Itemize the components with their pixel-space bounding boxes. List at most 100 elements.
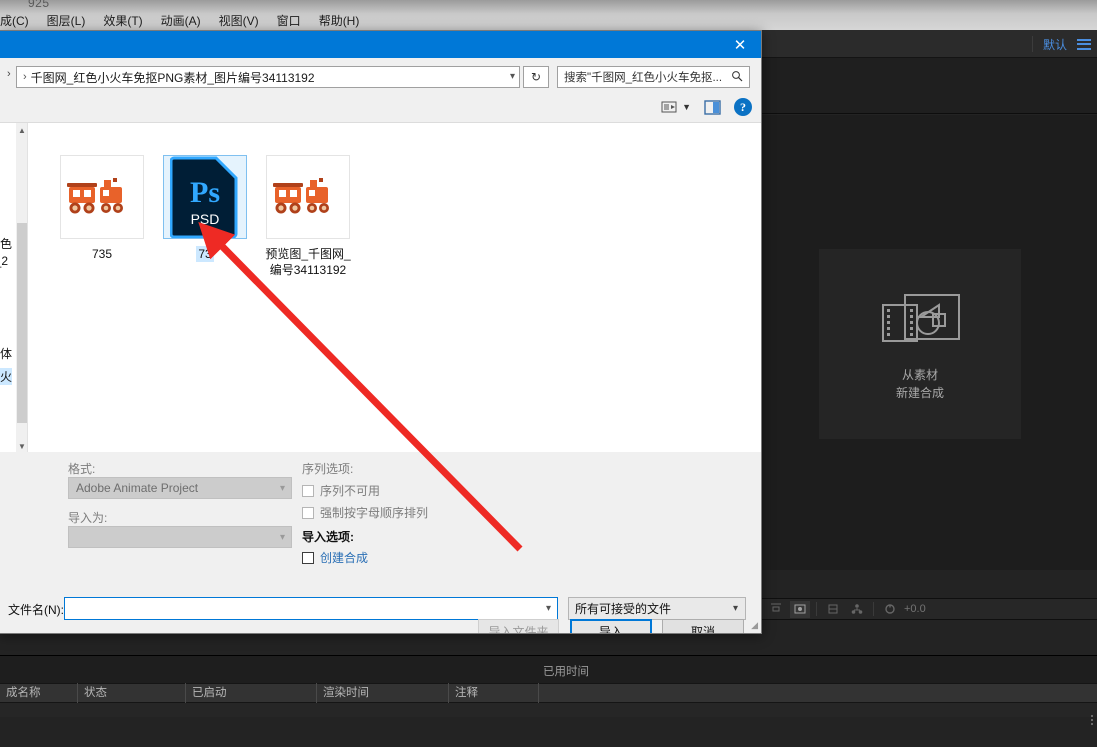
ae-menu-item-view[interactable]: 视图(V) [219, 12, 259, 29]
align-icon[interactable] [766, 601, 786, 618]
cancel-button[interactable]: 取消 [662, 619, 744, 633]
chevron-down-icon: ▾ [279, 482, 285, 494]
import-file-dialog: ✕ › › 千图网_红色小火车免抠PNG素材_图片编号34113192 ▾ ↻ … [0, 30, 762, 634]
format-select: Adobe Animate Project ▾ [68, 477, 292, 499]
checkbox-label: 强制按字母顺序排列 [320, 506, 429, 520]
file-thumbnail: Ps PSD [163, 155, 247, 239]
import-options-label: 导入选项: [302, 530, 354, 544]
nav-item-1[interactable]: 周色 [0, 235, 12, 252]
ae-render-queue-bar: 已用时间 [0, 655, 1097, 683]
render-col-started[interactable]: 已启动 [186, 683, 317, 703]
nav-item-4[interactable]: 忘体 [0, 345, 12, 362]
svg-text:PSD: PSD [191, 211, 220, 227]
dialog-title-bar[interactable]: ✕ [0, 31, 761, 58]
parent-link-icon[interactable] [847, 601, 867, 618]
new-composition-label-line1: 从素材 [901, 367, 938, 382]
chevron-down-icon[interactable]: ▼ [682, 102, 691, 112]
ae-menu-item-layer[interactable]: 图层(L) [47, 12, 86, 29]
nav-scrollbar[interactable]: ▲ ▼ [16, 123, 27, 453]
breadcrumb-overflow-icon[interactable]: › [7, 68, 11, 80]
file-type-filter-select[interactable]: 所有可接受的文件 ▾ [568, 597, 746, 620]
svg-text:Ps: Ps [190, 176, 220, 209]
address-bar[interactable]: › 千图网_红色小火车免抠PNG素材_图片编号34113192 ▾ [16, 66, 520, 88]
checkbox-icon[interactable] [302, 551, 314, 564]
breadcrumb-path: 千图网_红色小火车免抠PNG素材_图片编号34113192 [30, 70, 315, 85]
nav-item-2[interactable]: 5_2 [0, 254, 8, 268]
ae-menu-bar: 925 成(C) 图层(L) 效果(T) 动画(A) 视图(V) 窗口 帮助(H… [0, 0, 1097, 30]
ae-workspace-default[interactable]: 默认 [1043, 36, 1067, 53]
new-composition-label: 从素材 新建合成 [896, 366, 944, 402]
scrollbar-thumb[interactable] [17, 223, 27, 423]
close-icon[interactable]: ✕ [718, 31, 761, 58]
breadcrumb-separator: › [23, 71, 27, 83]
divider [1031, 36, 1033, 52]
hamburger-menu-icon[interactable] [1077, 38, 1091, 50]
filename-input[interactable]: ▾ [64, 597, 558, 620]
render-col-status[interactable]: 状态 [78, 683, 186, 703]
scroll-up-arrow-icon[interactable]: ▲ [16, 123, 27, 137]
snapshot-icon[interactable] [790, 600, 810, 618]
dialog-import-options: 格式: Adobe Animate Project ▾ 导入为: ▾ 序列选项:… [0, 452, 761, 587]
train-image-icon [273, 178, 329, 214]
list-item[interactable]: 预览图_千图网_ 编号34113192 [256, 155, 360, 278]
render-elapsed-label: 已用时间 [543, 666, 589, 678]
nav-item-5[interactable]: 小火 [0, 368, 13, 385]
preview-pane-icon[interactable] [704, 99, 721, 115]
view-options-icon[interactable] [661, 100, 677, 114]
file-thumbnail [60, 155, 144, 239]
scroll-down-arrow-icon[interactable]: ▼ [16, 439, 27, 453]
layer-icon[interactable] [823, 601, 843, 618]
search-icon[interactable] [731, 70, 743, 85]
search-input[interactable]: 搜索"千图网_红色小火车免抠... [558, 69, 723, 85]
import-button[interactable]: 导入 [570, 619, 652, 633]
refresh-icon[interactable]: ↻ [523, 66, 549, 88]
checkbox-create-composition[interactable]: 创建合成 [302, 549, 368, 566]
render-col-comment[interactable]: 注释 [449, 683, 539, 703]
render-queue-body [0, 703, 1097, 747]
dialog-content: or 周色 5_2 宝 忘体 小火 ▲ ▼ [0, 122, 761, 453]
refresh-icon[interactable] [880, 601, 900, 618]
new-composition-from-footage-button[interactable]: 从素材 新建合成 [819, 249, 1021, 439]
train-image-icon [67, 178, 123, 214]
dialog-button-row: 导入文件夹 导入 取消 [0, 619, 761, 633]
screen: 925 成(C) 图层(L) 效果(T) 动画(A) 视图(V) 窗口 帮助(H… [0, 0, 1097, 747]
ae-workspace-bar: 默认 [762, 30, 1097, 58]
list-item-label: 预览图_千图网_ 编号34113192 [265, 247, 351, 277]
render-col-name[interactable]: 成名称 [0, 683, 78, 703]
navigation-pane: or 周色 5_2 宝 忘体 小火 ▲ ▼ [0, 123, 28, 453]
divider [816, 602, 817, 616]
resize-grip-icon[interactable]: ◢ [751, 620, 758, 631]
search-box[interactable]: 搜索"千图网_红色小火车免抠... [557, 66, 750, 88]
ae-app-title: 925 [28, 0, 50, 10]
ae-offset-value[interactable]: +0.0 [904, 603, 926, 615]
import-folder-button: 导入文件夹 [478, 619, 559, 633]
ae-menu-item-window[interactable]: 窗口 [277, 12, 301, 29]
list-item[interactable]: Ps PSD 73 [153, 155, 257, 262]
resize-grip-icon[interactable] [1091, 715, 1093, 725]
checkbox-label[interactable]: 创建合成 [320, 549, 368, 566]
ae-menu-item-effect[interactable]: 效果(T) [103, 12, 142, 29]
dialog-toolbar: 件夹 ▼ ? [0, 94, 761, 122]
ae-menu-item-help[interactable]: 帮助(H) [319, 12, 360, 29]
chevron-down-icon[interactable]: ▾ [733, 603, 738, 614]
ae-menu-items: 成(C) 图层(L) 效果(T) 动画(A) 视图(V) 窗口 帮助(H) [0, 12, 359, 29]
divider [873, 602, 874, 616]
ae-menu-item-composition[interactable]: 成(C) [0, 12, 29, 29]
help-icon[interactable]: ? [734, 98, 752, 116]
dialog-nav-row: › › 千图网_红色小火车免抠PNG素材_图片编号34113192 ▾ ↻ 搜索… [0, 58, 761, 94]
list-item-label: 73 [196, 246, 214, 262]
chevron-down-icon: ▾ [279, 531, 285, 543]
psd-file-icon: Ps PSD [169, 156, 240, 239]
list-item[interactable]: 735 [50, 155, 154, 262]
render-col-rendertime[interactable]: 渲染时间 [317, 683, 449, 703]
ae-menu-item-animation[interactable]: 动画(A) [161, 12, 201, 29]
checkbox-icon [302, 484, 314, 497]
filename-label: 文件名(N): [8, 603, 64, 617]
checkbox-sequence-unavailable: 序列不可用 [302, 482, 380, 499]
chevron-down-icon[interactable]: ▾ [510, 71, 515, 82]
format-value: Adobe Animate Project [76, 481, 199, 495]
render-col-blank [539, 683, 989, 703]
import-as-label: 导入为: [68, 511, 108, 525]
chevron-down-icon[interactable]: ▾ [546, 603, 551, 614]
file-list-pane[interactable]: 735 Ps PSD 73 预览图_千图网_ 编号34113192 [29, 123, 761, 453]
